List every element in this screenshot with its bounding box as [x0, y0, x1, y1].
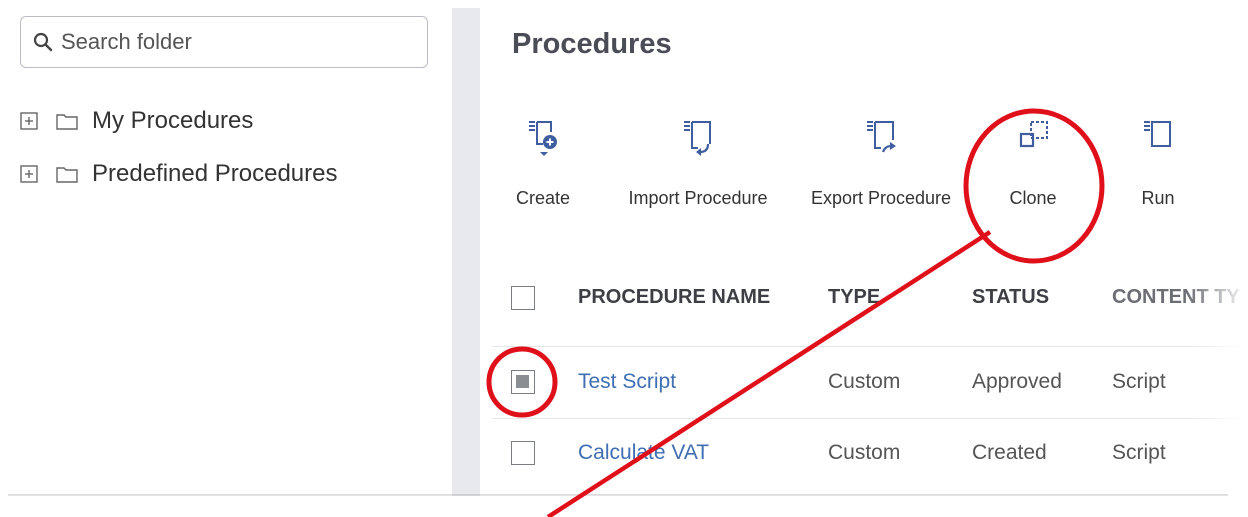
clone-icon — [1019, 121, 1048, 148]
procedures-panel — [480, 8, 1248, 496]
select-all-checkbox[interactable] — [511, 286, 535, 310]
folder-sidebar — [8, 8, 452, 496]
export-procedure-icon — [867, 121, 896, 153]
sidebar-divider[interactable] — [452, 8, 480, 496]
folder-icon — [56, 167, 78, 183]
row-divider — [492, 418, 1248, 419]
import-procedure-label: Import Procedure — [628, 188, 768, 208]
procedure-type-cell: Custom — [828, 370, 901, 393]
procedure-status-cell: Approved — [972, 370, 1062, 393]
column-header-type[interactable]: TYPE — [828, 286, 880, 309]
clone-label: Clone — [1009, 188, 1057, 208]
column-header-status[interactable]: STATUS — [972, 286, 1049, 309]
run-procedure-icon — [1144, 121, 1171, 147]
page-title: Procedures — [512, 28, 672, 60]
tree-item-label: Predefined Procedures — [92, 160, 338, 187]
plus-box-icon[interactable] — [20, 112, 38, 130]
import-procedure-button[interactable]: Import Procedure — [618, 118, 778, 209]
procedure-content-type-cell: Script — [1112, 370, 1166, 393]
create-label: Create — [515, 188, 571, 208]
export-procedure-button[interactable]: Export Procedure — [802, 118, 960, 209]
procedure-status-cell: Created — [972, 441, 1047, 464]
row-checkbox[interactable] — [511, 441, 535, 465]
row-checkbox[interactable] — [511, 370, 535, 394]
column-header-procedure-name[interactable]: PROCEDURE NAME — [578, 286, 770, 309]
right-edge-fade — [1188, 0, 1248, 517]
export-procedure-label: Export Procedure — [810, 188, 952, 208]
search-folder-field[interactable] — [59, 28, 403, 56]
create-procedure-icon — [529, 121, 557, 156]
clone-button[interactable]: Clone — [998, 118, 1068, 209]
folder-icon — [56, 114, 78, 130]
search-folder-input[interactable] — [20, 16, 428, 68]
import-procedure-icon — [684, 121, 711, 156]
procedure-type-cell: Custom — [828, 441, 901, 464]
search-icon — [33, 32, 53, 52]
tree-item-my-procedures[interactable]: My Procedures — [20, 104, 253, 138]
plus-box-icon[interactable] — [20, 165, 38, 183]
procedure-content-type-cell: Script — [1112, 441, 1166, 464]
tree-item-predefined-procedures[interactable]: Predefined Procedures — [20, 157, 337, 191]
create-button[interactable]: Create — [510, 118, 576, 209]
row-divider — [492, 346, 1248, 347]
procedure-name-link[interactable]: Calculate VAT — [578, 441, 709, 465]
bottom-margin — [0, 496, 1248, 517]
run-button[interactable]: Run — [1130, 118, 1186, 209]
tree-item-label: My Procedures — [92, 107, 254, 134]
run-label: Run — [1141, 188, 1175, 208]
procedure-name-link[interactable]: Test Script — [578, 370, 676, 394]
